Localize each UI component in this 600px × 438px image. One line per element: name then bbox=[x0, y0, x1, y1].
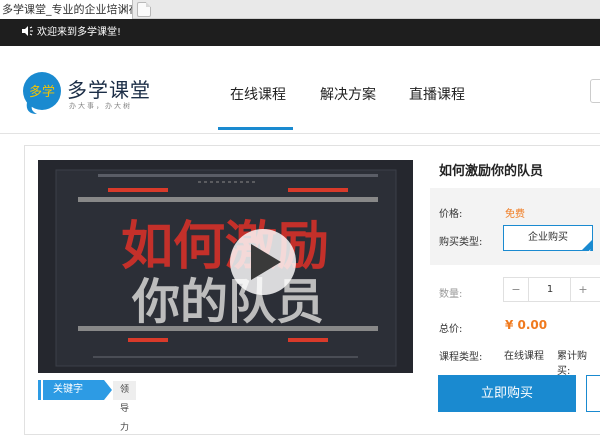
buy-now-button[interactable]: 立即购买 bbox=[438, 375, 576, 412]
logo-mark-icon[interactable]: 多学 bbox=[21, 70, 65, 118]
course-type-label: 课程类型: bbox=[439, 352, 483, 363]
nav-item-online-courses[interactable]: 在线课程 bbox=[230, 84, 286, 104]
quantity-decrease-button[interactable]: − bbox=[504, 278, 529, 301]
keywords-label: 关键字 bbox=[38, 380, 112, 400]
price-value: 免费 bbox=[505, 209, 525, 220]
browser-tab-title: 多学课堂_专业的企业培训在... bbox=[2, 3, 132, 16]
purchase-type-option-label: 企业购买 bbox=[528, 232, 568, 243]
purchase-type-enterprise-option[interactable]: 企业购买 bbox=[503, 225, 593, 264]
nav-active-indicator bbox=[218, 127, 293, 130]
quantity-label: 数量: bbox=[439, 289, 463, 300]
purchase-type-label: 购买类型: bbox=[439, 237, 483, 248]
nav-item-live-courses[interactable]: 直播课程 bbox=[409, 84, 465, 104]
course-title: 如何激励你的队员 bbox=[439, 164, 544, 179]
play-icon[interactable] bbox=[230, 229, 296, 295]
browser-tab[interactable]: 多学课堂_专业的企业培训在... × bbox=[0, 0, 133, 19]
total-value: ¥ 0.00 bbox=[505, 318, 548, 332]
notice-text: 欢迎来到多学课堂! bbox=[37, 27, 122, 38]
logo-slogan: 办大事，办大树 bbox=[69, 102, 132, 110]
checkmark-icon bbox=[581, 239, 593, 264]
cumulative-purchases-label: 累计购买: bbox=[557, 351, 587, 377]
total-label: 总价: bbox=[439, 324, 463, 335]
notice-bar: 欢迎来到多学课堂! bbox=[0, 19, 600, 46]
course-video-player[interactable]: 如何激励 你的队员 bbox=[38, 160, 413, 373]
speaker-icon bbox=[22, 26, 33, 36]
close-tab-icon[interactable]: × bbox=[120, 0, 128, 19]
logo-title[interactable]: 多学课堂 bbox=[67, 74, 151, 103]
nav-item-solutions[interactable]: 解决方案 bbox=[320, 84, 376, 104]
keyword-tag[interactable]: 领导力 bbox=[113, 381, 137, 433]
price-label: 价格: bbox=[439, 209, 463, 220]
logo-mark-text: 多学 bbox=[29, 84, 55, 100]
secondary-action-button[interactable] bbox=[586, 375, 600, 412]
quantity-increase-button[interactable]: + bbox=[570, 278, 595, 301]
quantity-input[interactable]: 1 bbox=[530, 278, 570, 301]
header-search-box[interactable] bbox=[590, 79, 600, 103]
browser-tab-strip: 多学课堂_专业的企业培训在... × bbox=[0, 0, 600, 19]
quantity-stepper: − 1 + bbox=[503, 277, 600, 302]
poster-title-line2: 你的队员 bbox=[131, 274, 324, 330]
video-poster: 如何激励 你的队员 bbox=[38, 160, 413, 373]
new-tab-button[interactable] bbox=[137, 2, 151, 17]
poster-title-line1: 如何激励 bbox=[121, 217, 329, 277]
course-type-value: 在线课程 bbox=[504, 351, 544, 362]
